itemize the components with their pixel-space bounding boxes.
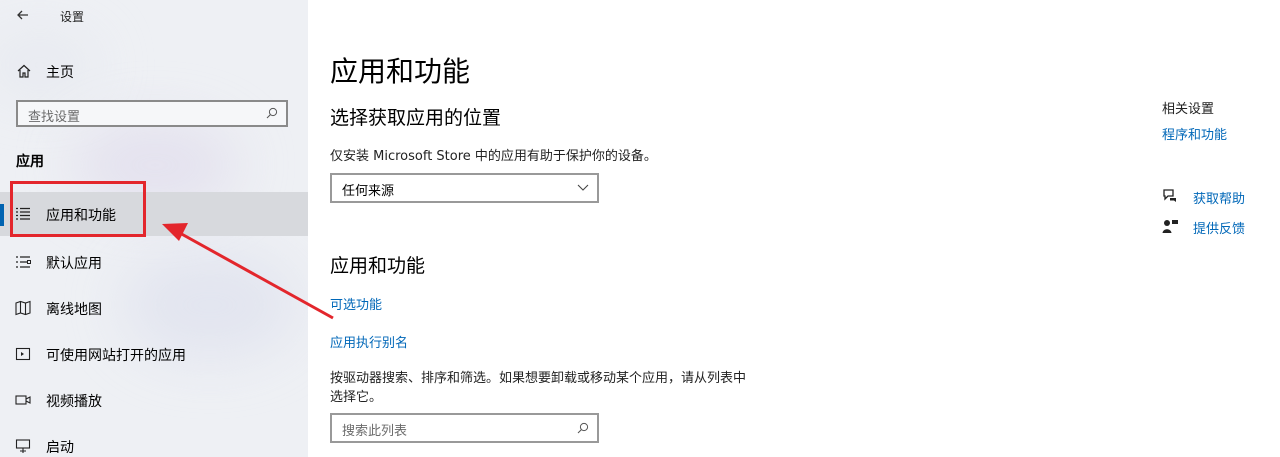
give-feedback-link[interactable]: 提供反馈 <box>1193 218 1245 237</box>
sidebar-item-startup[interactable]: 启动 <box>0 424 308 457</box>
settings-search-placeholder: 查找设置 <box>28 110 81 125</box>
default-apps-icon <box>16 256 31 268</box>
sidebar-item-label: 默认应用 <box>46 256 102 272</box>
sidebar-item-apps-for-websites[interactable]: 可使用网站打开的应用 <box>0 332 308 376</box>
back-arrow-icon <box>17 10 28 20</box>
startup-icon <box>15 439 31 453</box>
related-settings-title: 相关设置 <box>1162 102 1215 117</box>
app-list-search-placeholder: 搜索此列表 <box>342 424 408 439</box>
home-label: 主页 <box>46 65 74 81</box>
apps-section-description-line1: 按驱动器搜索、排序和筛选。如果想要卸载或移动某个应用，请从列表中 <box>330 371 747 386</box>
sidebar-item-label: 视频播放 <box>46 394 102 410</box>
home-icon <box>17 64 31 78</box>
get-help-link[interactable]: 获取帮助 <box>1193 188 1245 207</box>
page-title: 应用和功能 <box>330 55 471 88</box>
get-help-icon <box>1163 189 1176 202</box>
back-button[interactable] <box>12 4 34 26</box>
video-playback-icon <box>15 395 31 405</box>
app-execution-alias-link[interactable]: 应用执行别名 <box>330 332 408 351</box>
feedback-icon <box>1162 220 1178 233</box>
search-icon <box>266 107 278 119</box>
sidebar-item-label: 可使用网站打开的应用 <box>46 348 186 364</box>
app-source-dropdown[interactable]: 任何来源 <box>330 173 599 203</box>
source-section-description: 仅安装 Microsoft Store 中的应用有助于保护你的设备。 <box>330 149 657 164</box>
sidebar-item-default-apps[interactable]: 默认应用 <box>0 240 308 284</box>
sidebar-item-label: 离线地图 <box>46 302 102 318</box>
annotation-highlight-box <box>10 181 146 237</box>
sidebar-item-offline-maps[interactable]: 离线地图 <box>0 286 308 330</box>
app-list-search-input[interactable]: 搜索此列表 <box>330 413 599 443</box>
search-icon <box>577 422 589 434</box>
window-title: 设置 <box>60 10 85 24</box>
chevron-down-icon <box>577 184 589 191</box>
apps-section-description-line2: 选择它。 <box>330 390 383 405</box>
optional-features-link[interactable]: 可选功能 <box>330 294 382 313</box>
apps-for-websites-icon <box>15 347 31 361</box>
sidebar-item-video-playback[interactable]: 视频播放 <box>0 378 308 422</box>
sidebar-item-label: 启动 <box>46 440 74 456</box>
home-nav-item[interactable]: 主页 <box>0 55 308 87</box>
programs-and-features-link[interactable]: 程序和功能 <box>1162 124 1227 143</box>
active-indicator <box>0 204 4 226</box>
dropdown-selected-value: 任何来源 <box>342 184 395 199</box>
offline-maps-icon <box>15 300 31 316</box>
source-section-heading: 选择获取应用的位置 <box>330 107 502 129</box>
main-content: 应用和功能 选择获取应用的位置 仅安装 Microsoft Store 中的应用… <box>308 0 1280 457</box>
apps-section-heading: 应用和功能 <box>330 255 426 277</box>
settings-search-input[interactable]: 查找设置 <box>16 100 288 127</box>
title-bar: 设置 <box>0 0 308 32</box>
section-title-apps: 应用 <box>16 154 44 170</box>
